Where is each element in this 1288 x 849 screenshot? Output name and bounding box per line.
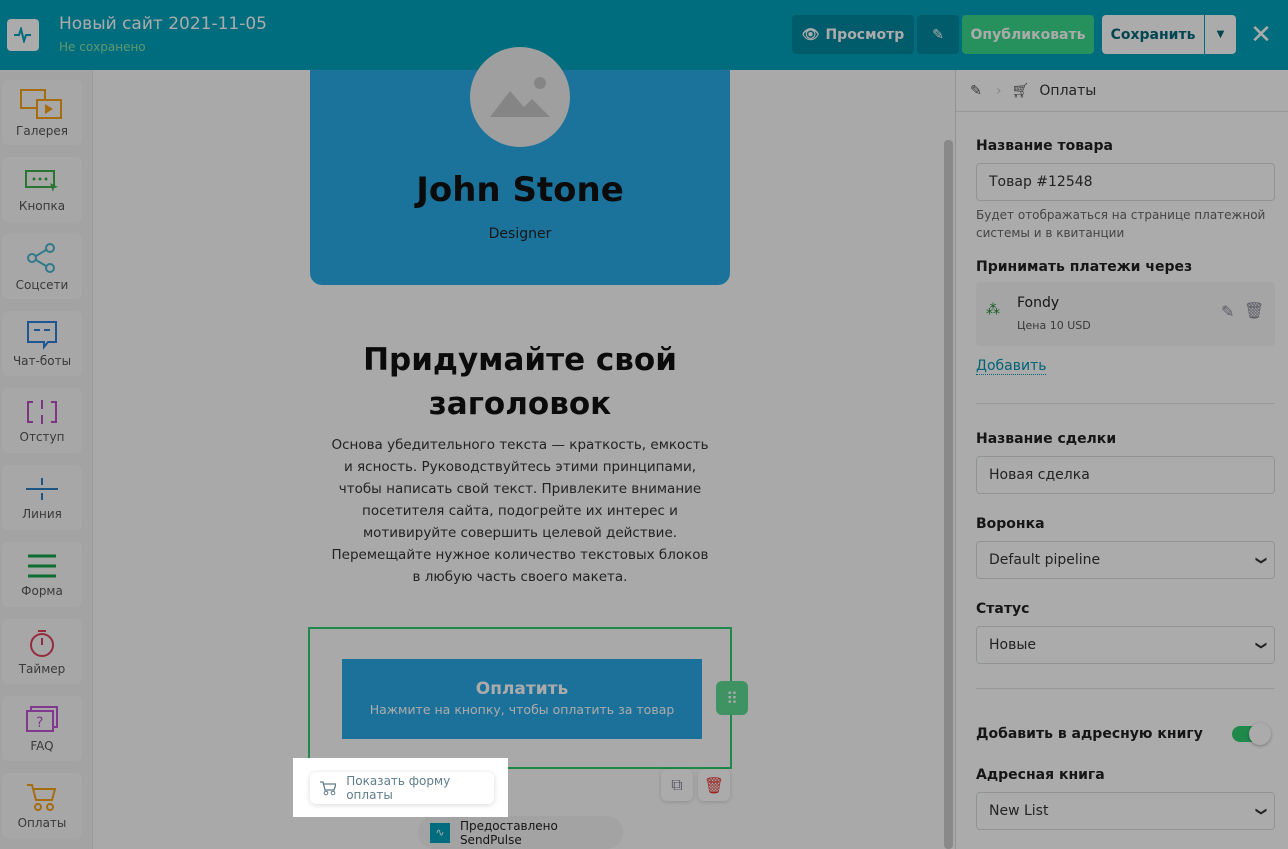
show-payment-form-button[interactable]: Показать форму оплаты xyxy=(310,772,494,804)
onboarding-overlay xyxy=(0,0,1288,849)
show-payment-form-label: Показать форму оплаты xyxy=(346,774,451,802)
cart-icon xyxy=(320,781,337,796)
